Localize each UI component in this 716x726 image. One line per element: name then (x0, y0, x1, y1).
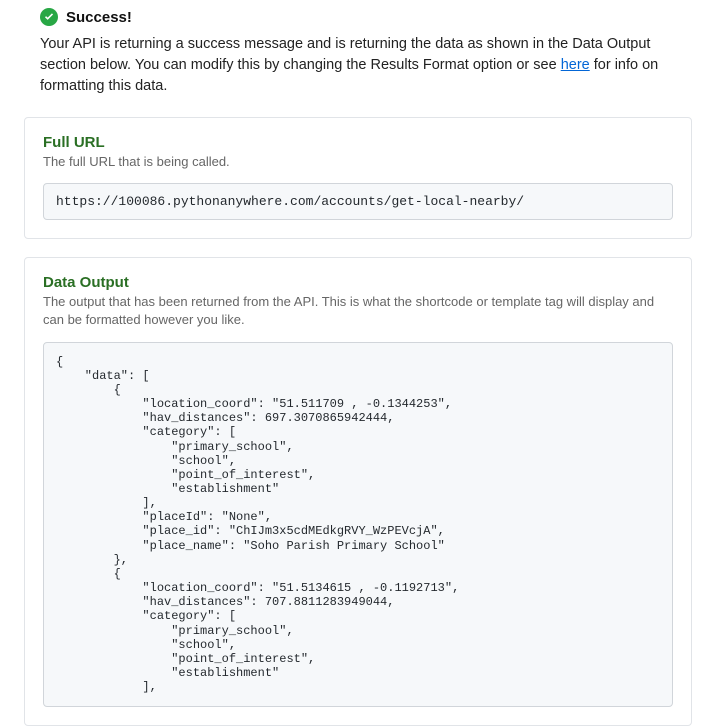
data-output-title: Data Output (43, 274, 673, 291)
full-url-title: Full URL (43, 134, 673, 151)
data-output-code[interactable]: { "data": [ { "location_coord": "51.5117… (43, 342, 673, 708)
success-body: Your API is returning a success message … (0, 26, 716, 117)
success-title: Success! (66, 9, 132, 26)
check-circle-icon (40, 8, 58, 26)
full-url-panel: Full URL The full URL that is being call… (24, 117, 692, 239)
success-body-prefix: Your API is returning a success message … (40, 36, 650, 73)
full-url-desc: The full URL that is being called. (43, 153, 673, 171)
data-output-desc: The output that has been returned from t… (43, 293, 673, 329)
full-url-value[interactable]: https://100086.pythonanywhere.com/accoun… (43, 183, 673, 220)
success-header: Success! (0, 0, 716, 26)
page-container: Success! Your API is returning a success… (0, 0, 716, 726)
data-output-panel: Data Output The output that has been ret… (24, 257, 692, 726)
success-info-link[interactable]: here (561, 57, 590, 73)
